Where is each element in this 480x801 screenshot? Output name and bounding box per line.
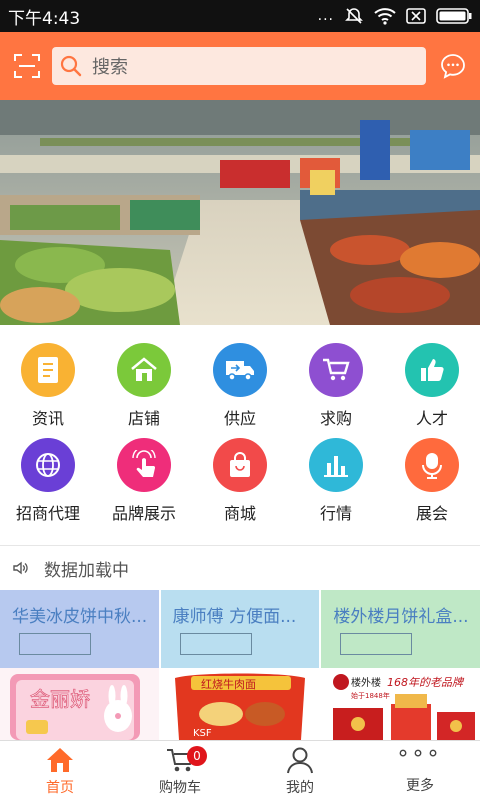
bottom-tab-bar: 首页 0 购物车 我的 °°° 更多	[0, 740, 480, 801]
product-image: 红烧牛肉面 KSF	[160, 668, 320, 740]
svg-text:KSF: KSF	[193, 728, 212, 739]
category-mall[interactable]: 商城	[192, 438, 288, 533]
search-input[interactable]: 搜索	[52, 47, 426, 85]
microphone-icon	[405, 438, 459, 492]
sim-off-icon	[406, 8, 426, 24]
status-time: 下午4:43	[8, 8, 81, 29]
category-purchase[interactable]: 求购	[288, 343, 384, 438]
product-list: 华美冰皮饼中秋... 金丽娇 康师傅 方便面... 红烧牛肉面 KSF 楼外楼月…	[0, 590, 480, 740]
tab-label: 更多	[406, 777, 434, 794]
product-image: 楼外楼 168年的老品牌 始于1848年	[321, 668, 480, 740]
message-icon[interactable]	[440, 53, 466, 79]
more-dots-icon: °°°	[397, 746, 443, 772]
category-talent[interactable]: 人才	[384, 343, 480, 438]
home-icon	[47, 747, 73, 772]
product-image-brand: 楼外楼	[351, 676, 381, 689]
tab-more[interactable]: °°° 更多	[360, 741, 480, 801]
category-news[interactable]: 资讯	[0, 343, 96, 438]
tab-label: 首页	[46, 779, 74, 796]
category-label: 资讯	[31, 409, 64, 428]
search-icon	[60, 55, 82, 77]
category-exhibition[interactable]: 展会	[384, 438, 480, 533]
category-label: 求购	[319, 409, 352, 428]
status-dots: ...	[317, 8, 334, 24]
search-placeholder: 搜索	[92, 57, 128, 78]
thumbs-up-icon	[405, 343, 459, 397]
notice-bar[interactable]: 数据加载中	[0, 548, 480, 588]
news-icon	[21, 343, 75, 397]
price-box	[340, 633, 413, 655]
touch-icon	[117, 438, 171, 492]
product-card[interactable]: 华美冰皮饼中秋... 金丽娇	[0, 590, 159, 740]
category-label: 品牌展示	[111, 504, 176, 523]
category-label: 供应	[223, 409, 256, 428]
product-title: 华美冰皮饼中秋...	[12, 607, 148, 627]
category-label: 店铺	[127, 409, 160, 428]
category-brand-showcase[interactable]: 品牌展示	[96, 438, 192, 533]
product-image-text: 金丽娇	[30, 687, 90, 711]
tab-profile[interactable]: 我的	[240, 741, 360, 801]
battery-icon	[436, 8, 472, 24]
category-supply[interactable]: 供应	[192, 343, 288, 438]
category-label: 商城	[223, 504, 256, 523]
product-title: 楼外楼月饼礼盒...	[333, 607, 469, 627]
price-box	[179, 633, 252, 655]
product-image-text: 红烧牛肉面	[201, 677, 256, 691]
price-box	[19, 633, 91, 655]
app-header: 搜索	[0, 32, 480, 100]
product-image-sub: 始于1848年	[351, 691, 390, 700]
store-icon	[117, 343, 171, 397]
scan-icon[interactable]	[14, 54, 40, 78]
category-label: 行情	[319, 504, 352, 523]
category-label: 人才	[415, 409, 448, 428]
bell-off-icon	[345, 8, 363, 24]
truck-icon	[213, 343, 267, 397]
category-label: 招商代理	[15, 504, 80, 523]
category-franchise[interactable]: 招商代理	[0, 438, 96, 533]
bar-chart-icon	[309, 438, 363, 492]
product-title: 康师傅 方便面...	[172, 607, 297, 627]
globe-icon	[21, 438, 75, 492]
category-market-trends[interactable]: 行情	[288, 438, 384, 533]
promo-banner[interactable]	[0, 100, 480, 325]
tab-label: 我的	[286, 779, 314, 796]
shopping-bag-icon	[213, 438, 267, 492]
tab-label: 购物车	[159, 779, 201, 796]
category-grid: 资讯 店铺 供应 求购 人才 招商代理 品牌展示 商城 行情 展会	[0, 343, 480, 533]
category-store[interactable]: 店铺	[96, 343, 192, 438]
product-image-slogan: 168年的老品牌	[387, 676, 465, 689]
notice-text: 数据加载中	[44, 560, 129, 581]
section-divider	[0, 545, 480, 546]
wifi-icon	[374, 8, 396, 25]
category-label: 展会	[415, 504, 448, 523]
user-icon	[287, 747, 313, 773]
speaker-icon	[13, 561, 28, 575]
status-bar: 下午4:43 ...	[0, 0, 480, 32]
tab-cart[interactable]: 0 购物车	[120, 741, 240, 801]
cart-icon	[309, 343, 363, 397]
product-card[interactable]: 康师傅 方便面... 红烧牛肉面 KSF	[160, 590, 320, 740]
supermarket-banner-image	[0, 100, 480, 325]
product-card[interactable]: 楼外楼月饼礼盒... 楼外楼 168年的老品牌 始于1848年	[321, 590, 480, 740]
tab-home[interactable]: 首页	[0, 741, 120, 801]
product-image: 金丽娇	[0, 668, 159, 740]
status-icons: ...	[318, 6, 472, 26]
cart-badge: 0	[187, 746, 207, 766]
